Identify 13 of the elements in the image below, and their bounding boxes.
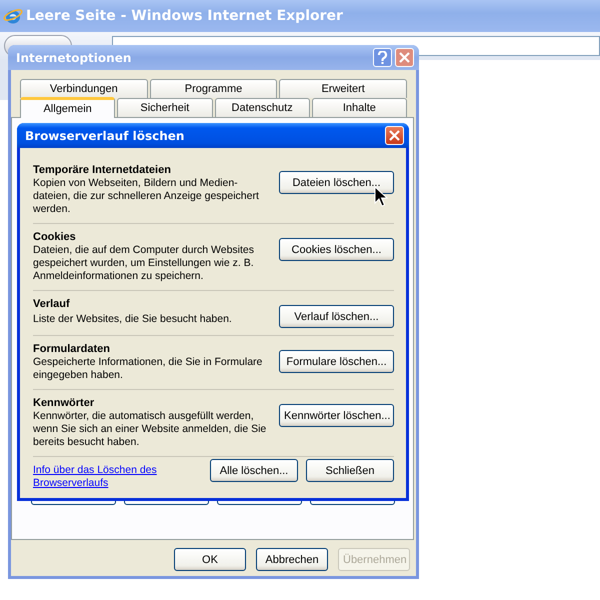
section-heading: Kennwörter [33, 396, 96, 410]
section-description: Gespeicherte Informationen, die Sie in Formulare eingegeben haben. [33, 356, 264, 382]
section-heading: Temporäre Internetdateien [33, 163, 172, 177]
section-description: Dateien, die auf dem Computer durch Websites gespeichert wurden, um Einstellungen wie z. B. Anmeldeinformationen zu speichern. [33, 244, 256, 283]
dialog-title: Internetoptionen [16, 50, 132, 64]
section-heading: Cookies [33, 230, 77, 244]
window-title-text: Leere Seite - Windows Internet Explorer [26, 8, 343, 24]
section-heading: Verlauf [33, 297, 71, 312]
section-heading: Formulardaten [33, 342, 112, 356]
section-description: Kennwörter, die automatisch ausgefüllt werden, wenn Sie sich an einer Website anmelden, die Sie bereits besucht haben. [33, 410, 268, 449]
section-description: Liste der Websites, die Sie besucht haben. [33, 313, 233, 327]
section-description: Kopien von Webseiten, Bildern und Medien-dateien, die zur schnelleren Anzeige gespeichert werden. [33, 177, 260, 216]
dialog-title: Browserverlauf löschen [25, 128, 186, 142]
